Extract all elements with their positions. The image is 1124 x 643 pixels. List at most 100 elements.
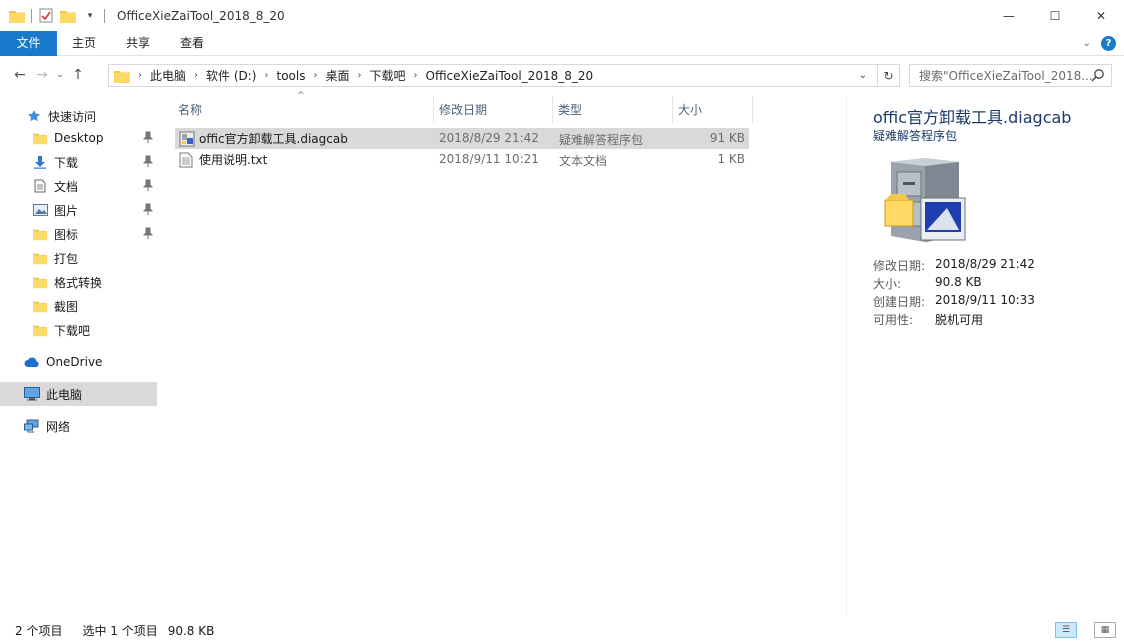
search-input[interactable]: 搜索"OfficeXieZaiTool_2018...	[909, 64, 1112, 87]
column-divider[interactable]	[752, 96, 753, 123]
star-icon	[26, 108, 42, 124]
sidebar-item-xiazaiba[interactable]: 下载吧	[0, 318, 157, 342]
sidebar-item-this-pc[interactable]: 此电脑	[0, 382, 157, 406]
pin-icon[interactable]	[142, 179, 154, 194]
text-file-icon	[179, 152, 195, 168]
property-key: 修改日期:	[873, 259, 926, 273]
folder-icon	[32, 130, 48, 146]
file-name-cell: 使用说明.txt	[179, 151, 267, 168]
customize-toolbar-icon[interactable]: ▾	[82, 8, 98, 24]
breadcrumb-this-pc[interactable]: 此电脑	[150, 67, 186, 84]
breadcrumb-separator-icon[interactable]: ›	[414, 70, 418, 81]
column-header-size[interactable]: 大小	[672, 96, 752, 123]
navigation-bar: ← → ⌄ ↑ › 此电脑 › 软件 (D:) › tools › 桌面 › 下…	[0, 56, 1124, 94]
sidebar-item-label: 文档	[54, 179, 79, 194]
sidebar-item-label: 打包	[54, 251, 79, 266]
file-cabinet-icon	[883, 156, 967, 248]
up-icon[interactable]: ↑	[67, 64, 89, 86]
status-selected-count: 选中 1 个项目	[82, 624, 158, 638]
search-icon[interactable]	[1091, 68, 1105, 85]
tab-share[interactable]: 共享	[111, 31, 165, 56]
sidebar-item-icons[interactable]: 图标	[0, 222, 157, 246]
preview-file-type: 疑难解答程序包	[873, 129, 958, 143]
back-icon[interactable]: ←	[9, 64, 31, 86]
column-header-modified[interactable]: 修改日期	[433, 96, 552, 123]
property-row: 大小: 90.8 KB	[873, 275, 1035, 293]
close-button[interactable]: ✕	[1078, 0, 1124, 31]
address-bar[interactable]: › 此电脑 › 软件 (D:) › tools › 桌面 › 下载吧 › Off…	[108, 64, 900, 87]
column-header-type[interactable]: 类型	[552, 96, 672, 123]
properties-icon[interactable]	[38, 8, 54, 24]
property-value: 脱机可用	[935, 313, 984, 327]
sidebar-item-label: 快速访问	[48, 109, 97, 124]
breadcrumb-separator-icon[interactable]: ›	[138, 70, 142, 81]
folder-icon	[114, 69, 130, 83]
property-value: 2018/9/11 10:33	[935, 293, 1035, 307]
pin-icon[interactable]	[142, 155, 154, 170]
breadcrumb-separator-icon[interactable]: ›	[264, 70, 268, 81]
document-icon	[32, 178, 48, 194]
computer-icon	[24, 386, 40, 402]
tab-home[interactable]: 主页	[57, 31, 111, 56]
sidebar-item-network[interactable]: 网络	[0, 414, 157, 438]
property-row: 修改日期: 2018/8/29 21:42	[873, 257, 1035, 275]
maximize-button[interactable]: ☐	[1032, 0, 1078, 31]
column-header-label: 大小	[678, 103, 703, 117]
pin-icon[interactable]	[142, 203, 154, 218]
forward-icon[interactable]: →	[31, 64, 53, 86]
minimize-button[interactable]: —	[986, 0, 1032, 31]
file-row[interactable]: offic官方卸载工具.diagcab 2018/8/29 21:42 疑难解答…	[175, 128, 749, 149]
sidebar-item-pack[interactable]: 打包	[0, 246, 157, 270]
pin-icon[interactable]	[142, 227, 154, 242]
large-icons-view-icon[interactable]: ▦	[1094, 622, 1116, 638]
breadcrumb-current-folder[interactable]: OfficeXieZaiTool_2018_8_20	[426, 69, 594, 83]
folder-icon[interactable]	[9, 8, 25, 24]
property-row: 创建日期: 2018/9/11 10:33	[873, 293, 1035, 311]
sidebar-item-format-convert[interactable]: 格式转换	[0, 270, 157, 294]
sidebar-item-downloads[interactable]: 下载	[0, 150, 157, 174]
sidebar-item-onedrive[interactable]: OneDrive	[0, 350, 157, 374]
folder-icon	[32, 274, 48, 290]
pin-icon[interactable]	[142, 131, 154, 146]
preview-properties: 修改日期: 2018/8/29 21:42 大小: 90.8 KB 创建日期: …	[873, 257, 1035, 329]
file-modified-cell: 2018/9/11 10:21	[439, 152, 539, 166]
file-size-cell: 91 KB	[709, 131, 745, 145]
address-dropdown-icon[interactable]: ⌄	[853, 65, 873, 86]
expand-ribbon-icon[interactable]: ⌄	[1083, 38, 1091, 49]
breadcrumb-tools[interactable]: tools	[276, 69, 305, 83]
column-header-name[interactable]: 名称	[172, 96, 433, 123]
breadcrumb-separator-icon[interactable]: ›	[313, 70, 317, 81]
ribbon-tabs: 文件 主页 共享 查看 ⌄ ?	[0, 30, 1124, 56]
sidebar-item-label: 截图	[54, 299, 79, 314]
file-row[interactable]: 使用说明.txt 2018/9/11 10:21 文本文档 1 KB	[175, 149, 749, 170]
sidebar-item-pictures[interactable]: 图片	[0, 198, 157, 222]
new-folder-icon[interactable]	[60, 8, 76, 24]
column-header-label: 修改日期	[439, 103, 488, 117]
property-row: 可用性: 脱机可用	[873, 311, 1035, 329]
sidebar-item-label: 图片	[54, 203, 79, 218]
help-icon[interactable]: ?	[1101, 36, 1116, 51]
refresh-icon[interactable]: ↻	[877, 65, 899, 86]
file-size-cell: 1 KB	[717, 152, 745, 166]
window-controls: — ☐ ✕	[986, 0, 1124, 31]
breadcrumb-desktop[interactable]: 桌面	[325, 67, 349, 84]
download-icon	[32, 154, 48, 170]
breadcrumb-separator-icon[interactable]: ›	[194, 70, 198, 81]
breadcrumb-separator-icon[interactable]: ›	[357, 70, 361, 81]
file-name-label: 使用说明.txt	[199, 153, 268, 167]
sidebar-item-documents[interactable]: 文档	[0, 174, 157, 198]
quick-access-toolbar: ▾	[0, 0, 111, 31]
breadcrumb-drive-d[interactable]: 软件 (D:)	[206, 67, 256, 84]
sidebar-item-label: 下载吧	[54, 323, 91, 338]
details-view-icon[interactable]: ☰	[1055, 622, 1077, 638]
sidebar-item-desktop[interactable]: Desktop	[0, 126, 157, 150]
tab-file[interactable]: 文件	[0, 30, 57, 56]
tab-view[interactable]: 查看	[165, 31, 219, 56]
sidebar-item-label: OneDrive	[46, 355, 103, 369]
folder-icon	[32, 226, 48, 242]
breadcrumb-xiazaiba[interactable]: 下载吧	[369, 67, 405, 84]
toolbar-separator	[104, 8, 105, 23]
sidebar-item-quick-access[interactable]: 快速访问	[0, 104, 157, 128]
sidebar-item-screenshots[interactable]: 截图	[0, 294, 157, 318]
recent-locations-icon[interactable]: ⌄	[53, 64, 67, 86]
